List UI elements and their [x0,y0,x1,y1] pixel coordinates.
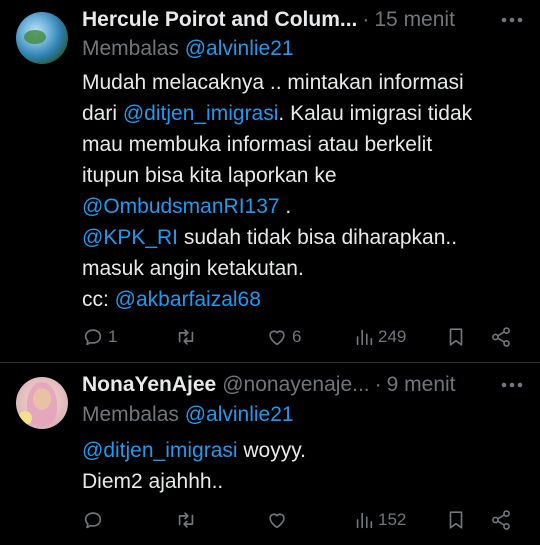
bookmark-icon [449,328,463,346]
views-button[interactable]: 152 [354,507,406,533]
separator: · [362,8,370,31]
tweet-text-line: @OmbudsmanRI137 . [82,191,526,222]
tweet-text-segment: . [279,195,292,218]
avatar[interactable] [16,377,68,429]
like-count: 6 [292,327,302,346]
tweet-actions: 152 [0,507,540,533]
tweet[interactable]: NonaYenAjee @nonayenaje... · 9 menit Mem… [0,363,540,545]
share-icon [492,510,510,530]
mention-link[interactable]: @akbarfaizal68 [115,288,261,311]
timestamp[interactable]: 9 menit [387,373,456,397]
reply-button[interactable] [82,507,108,533]
retweet-button[interactable] [174,507,202,533]
reply-icon [84,512,102,529]
tweet-text-line: @ditjen_imigrasi woyyy. [82,435,526,466]
views-chart-icon [356,329,373,346]
avatar[interactable] [16,12,68,64]
author-handle[interactable]: @nonayenaje... [222,373,369,397]
mention-link[interactable]: @KPK_RI [82,226,178,249]
tweet-text-line: cc: @akbarfaizal68 [82,284,526,315]
tweet-header: Hercule Poirot and Colum... · 15 menit [82,6,524,34]
more-options-icon[interactable] [498,373,526,397]
tweet-text-line: dari @ditjen_imigrasi. Kalau imigrasi ti… [82,98,526,129]
tweet-text-segment: itupun bisa kita laporkan ke [82,164,337,187]
tweet-text-line: masuk angin ketakutan. [82,253,526,284]
tweet-text-segment: woyyy. [237,439,307,462]
replying-to: Membalas @alvinlie21 [82,403,294,427]
tweet-text-segment: . Kalau imigrasi tidak [278,102,473,125]
tweet-text-line: itupun bisa kita laporkan ke [82,160,526,191]
tweet-text-line: Diem2 ajahhh.. [82,466,526,497]
timestamp[interactable]: 15 menit [374,8,455,32]
retweet-icon [178,512,194,528]
reply-button[interactable]: 1 [82,324,117,350]
replying-label: Membalas [82,37,179,60]
more-options-icon[interactable] [498,8,526,32]
separator: · [374,373,382,396]
tweet-text-line: Mudah melacaknya .. mintakan informasi [82,67,526,98]
tweet-text: @ditjen_imigrasi woyyy. Diem2 ajahhh.. [82,435,526,497]
tweet-text-segment: masuk angin ketakutan. [82,257,304,280]
tweet-text-segment: cc: [82,288,115,311]
share-button[interactable] [490,507,512,533]
share-icon [492,327,510,347]
replying-to: Membalas @alvinlie21 [82,37,294,61]
mention-link[interactable]: @ditjen_imigrasi [82,439,238,462]
bookmark-button[interactable] [446,324,466,350]
mention-link[interactable]: @ditjen_imigrasi [123,102,279,125]
author-name[interactable]: Hercule Poirot and Colum... [82,8,357,32]
retweet-button[interactable] [174,324,202,350]
heart-icon [269,330,285,346]
tweet-text-line: mau membuka informasi atau berkelit [82,129,526,160]
tweet-text-segment: dari [82,102,123,125]
replying-label: Membalas [82,403,179,426]
tweet[interactable]: Hercule Poirot and Colum... · 15 menit M… [0,0,540,362]
share-button[interactable] [490,324,512,350]
like-button[interactable] [266,507,292,533]
tweet-text-segment: Mudah melacaknya .. mintakan informasi [82,71,464,94]
reply-mention-link[interactable]: @alvinlie21 [185,403,294,426]
tweet-text-line: @KPK_RI sudah tidak bisa diharapkan.. [82,222,526,253]
views-button[interactable]: 249 [354,324,406,350]
mention-link[interactable]: @OmbudsmanRI137 [82,195,280,218]
view-count: 249 [378,327,407,346]
view-count: 152 [378,510,407,529]
tweet-header: NonaYenAjee @nonayenaje... · 9 menit [82,371,524,399]
bookmark-icon [449,511,463,529]
tweet-text-segment: mau membuka informasi atau berkelit [82,133,433,156]
like-button[interactable]: 6 [266,324,301,350]
author-name[interactable]: NonaYenAjee [82,373,216,397]
tweet-text: Mudah melacaknya .. mintakan informasi da… [82,67,526,315]
retweet-icon [178,329,194,345]
heart-icon [269,513,285,529]
reply-icon [84,329,102,346]
tweet-text-segment: sudah tidak bisa diharapkan.. [178,226,458,249]
views-chart-icon [356,512,373,529]
reply-count: 1 [108,327,118,346]
bookmark-button[interactable] [446,507,466,533]
tweet-text-segment: Diem2 ajahhh.. [82,470,224,493]
tweet-actions: 1 6 249 [0,324,540,350]
reply-mention-link[interactable]: @alvinlie21 [185,37,294,60]
